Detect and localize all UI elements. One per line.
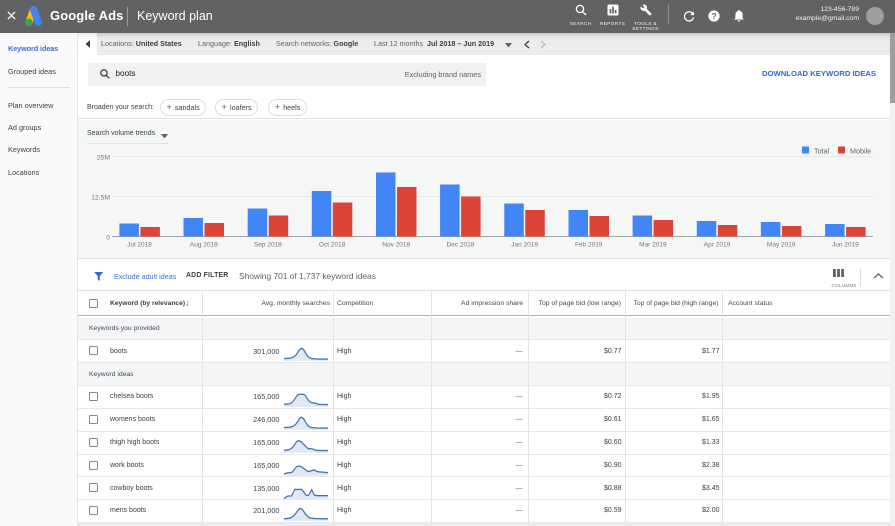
svg-text:Jan 2019: Jan 2019 [511,242,538,249]
svg-text:Jun 2019: Jun 2019 [832,242,859,249]
svg-text:Mar 2019: Mar 2019 [639,242,667,249]
svg-text:Jul 2018: Jul 2018 [127,242,152,249]
svg-text:Dec 2018: Dec 2018 [446,242,474,249]
svg-text:Mobile: Mobile [850,147,871,156]
svg-text:Total: Total [814,147,830,156]
svg-text:?: ? [711,12,716,21]
svg-text:Feb 2019: Feb 2019 [575,242,603,249]
svg-text:0: 0 [106,235,110,242]
svg-text:May 2019: May 2019 [767,242,796,249]
svg-text:Apr 2019: Apr 2019 [704,242,731,249]
svg-text:12.5M: 12.5M [91,195,110,202]
svg-text:Oct 2018: Oct 2018 [319,242,346,249]
svg-text:25M: 25M [97,155,111,162]
svg-text:Nov 2018: Nov 2018 [382,242,410,249]
svg-text:Aug 2018: Aug 2018 [190,242,218,249]
svg-text:Sep 2018: Sep 2018 [254,242,282,249]
